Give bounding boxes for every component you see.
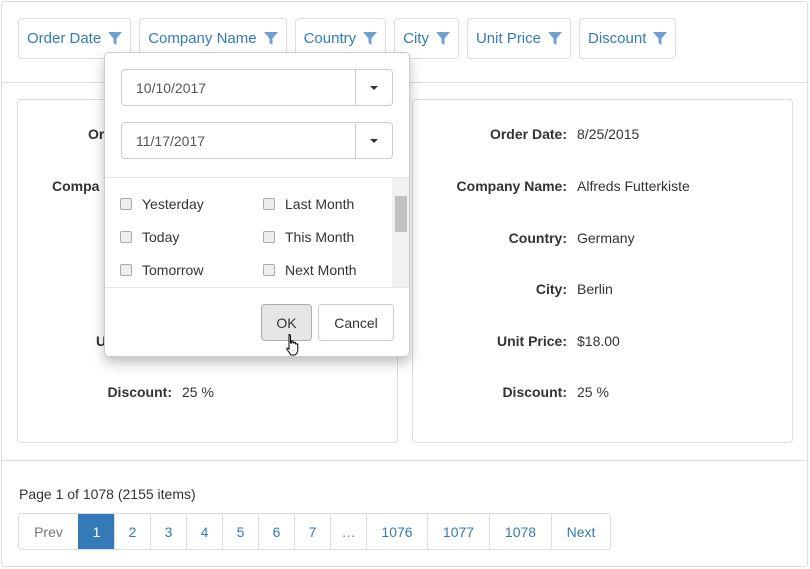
preset-list: Yesterday Today Tomorrow Last Month This… [105, 177, 409, 288]
checkbox[interactable] [263, 231, 275, 243]
page-info: Page 1 of 1078 (2155 items) [19, 486, 196, 502]
filter-icon [263, 31, 278, 45]
option-label: Next Month [285, 262, 357, 278]
field-value: Alfreds Futterkiste [577, 178, 690, 194]
from-date-input[interactable]: 10/10/2017 [121, 69, 393, 106]
field-value: $18.00 [577, 333, 620, 349]
option-next-month[interactable]: Next Month [263, 262, 357, 278]
field-value: Berlin [577, 281, 613, 297]
field-value: 8/25/2015 [577, 126, 640, 142]
caret-down-icon [370, 85, 378, 90]
filter-label: City [403, 30, 429, 47]
caret-down-icon [370, 138, 378, 143]
option-yesterday[interactable]: Yesterday [120, 196, 204, 212]
option-label: Yesterday [142, 196, 204, 212]
option-tomorrow[interactable]: Tomorrow [120, 262, 203, 278]
filter-icon [653, 31, 668, 45]
checkbox[interactable] [120, 264, 132, 276]
field-label: Discount: [502, 384, 567, 400]
option-label: Last Month [285, 196, 355, 212]
cancel-button[interactable]: Cancel [318, 304, 394, 341]
filter-label: Discount [588, 30, 647, 47]
page-1078[interactable]: 1078 [489, 514, 551, 549]
field-label: Compa [52, 178, 100, 194]
filter-icon [108, 31, 123, 45]
filter-label: Unit Price [475, 30, 541, 47]
filter-label: Country [303, 30, 357, 47]
checkbox[interactable] [120, 198, 132, 210]
scrollbar[interactable] [392, 178, 409, 287]
record-card: Order Date: 8/25/2015 Company Name: Alfred… [412, 99, 793, 443]
option-label: Tomorrow [142, 262, 204, 278]
page-1[interactable]: 1 [78, 514, 114, 549]
checkbox[interactable] [120, 231, 132, 243]
field-label: Company Name: [456, 178, 567, 194]
filter-icon [435, 31, 450, 45]
filter-discount[interactable]: Discount [579, 18, 677, 59]
filter-label: Order Date [27, 30, 102, 47]
page-6[interactable]: 6 [258, 514, 294, 549]
field-label: Unit Price: [496, 333, 567, 349]
option-today[interactable]: Today [120, 229, 179, 245]
to-date-input[interactable]: 11/17/2017 [121, 122, 393, 159]
page-3[interactable]: 3 [150, 514, 186, 549]
field-label: City: [535, 281, 567, 297]
divider [2, 460, 807, 461]
filter-label: Company Name [148, 30, 257, 47]
ellipsis: … [330, 514, 366, 549]
page-1077[interactable]: 1077 [427, 514, 489, 549]
checkbox[interactable] [263, 198, 275, 210]
hand-cursor-icon [286, 333, 299, 356]
filter-unit-price[interactable]: Unit Price [466, 18, 571, 59]
filter-icon [363, 31, 378, 45]
field-label: Discount: [107, 384, 172, 400]
field-value: Germany [577, 230, 635, 246]
page-5[interactable]: 5 [222, 514, 258, 549]
filter-icon [548, 31, 562, 45]
option-label: This Month [285, 229, 355, 245]
scrollbar-thumb[interactable] [395, 196, 407, 232]
page-2[interactable]: 2 [114, 514, 150, 549]
page-7[interactable]: 7 [294, 514, 330, 549]
page-1076[interactable]: 1076 [366, 514, 427, 549]
from-date-dropdown[interactable] [355, 70, 392, 105]
checkbox[interactable] [263, 264, 275, 276]
option-last-month[interactable]: Last Month [263, 196, 354, 212]
from-date-value[interactable]: 10/10/2017 [122, 70, 355, 105]
to-date-dropdown[interactable] [355, 123, 392, 158]
field-label: Or [88, 126, 105, 142]
option-label: Today [142, 229, 180, 245]
field-label: Order Date: [489, 126, 567, 142]
to-date-value[interactable]: 11/17/2017 [122, 123, 355, 158]
page-4[interactable]: 4 [186, 514, 222, 549]
field-value: 25 % [182, 384, 214, 400]
option-this-month[interactable]: This Month [263, 229, 354, 245]
next-button[interactable]: Next [551, 514, 610, 549]
pagination: Prev 1 2 3 4 5 6 7 … 1076 1077 1078 Next [18, 513, 611, 550]
date-filter-popup: 10/10/2017 11/17/2017 Yesterday Today To… [104, 52, 410, 357]
field-value: 25 % [577, 384, 609, 400]
prev-button[interactable]: Prev [19, 514, 78, 549]
field-label: Country: [508, 230, 567, 246]
